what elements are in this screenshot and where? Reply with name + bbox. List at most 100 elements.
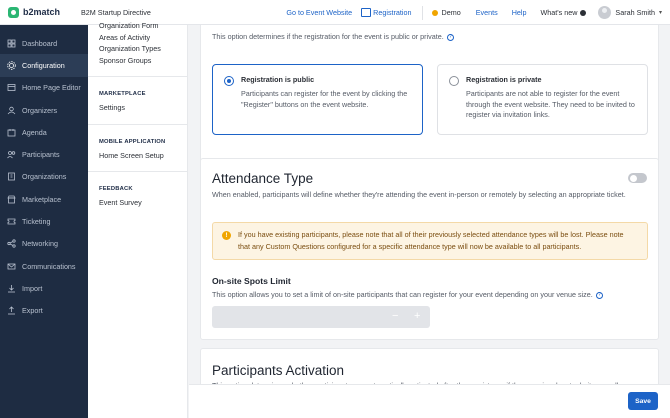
participants-activation-title: Participants Activation <box>212 363 345 378</box>
sidebar: Dashboard Configuration Home Page Editor Or… <box>0 25 88 418</box>
warning-icon: ! <box>222 231 231 240</box>
configuration-subnav: Organization Form Areas of Activity Orga… <box>88 21 188 418</box>
whats-new-button[interactable]: What's new <box>540 8 587 17</box>
attendance-type-card: Attendance Type When enabled, participan… <box>200 158 659 340</box>
gear-icon <box>7 61 16 70</box>
sidebar-item-label: Agenda <box>22 127 47 137</box>
dashboard-icon <box>7 39 16 48</box>
registration-private-desc: Participants are not able to register fo… <box>466 89 635 119</box>
subnav-divider <box>88 171 187 172</box>
subnav-sponsor-groups[interactable]: Sponsor Groups <box>99 55 187 67</box>
warning-text: If you have existing participants, pleas… <box>238 230 624 251</box>
subnav-home-screen-setup[interactable]: Home Screen Setup <box>99 150 187 162</box>
home-page-icon <box>7 83 16 92</box>
sidebar-item-organizations[interactable]: Organizations <box>0 166 88 188</box>
registration-private-title: Registration is private <box>466 75 542 84</box>
events-link[interactable]: Events <box>476 8 498 17</box>
go-to-event-website-link[interactable]: Go to Event Website <box>286 8 352 17</box>
sidebar-item-label: Configuration <box>22 60 65 70</box>
notification-dot-icon <box>580 9 587 16</box>
communications-icon <box>7 262 16 271</box>
onsite-spots-title: On-site Spots Limit <box>212 276 291 286</box>
save-button[interactable]: Save <box>628 392 658 410</box>
sidebar-item-label: Ticketing <box>22 217 51 227</box>
increment-button: + <box>414 310 421 322</box>
sidebar-item-label: Networking <box>22 239 58 249</box>
sidebar-item-networking[interactable]: Networking <box>0 233 88 255</box>
user-menu[interactable]: Sarah Smith ▾ <box>598 6 662 19</box>
demo-dot-icon <box>431 9 438 16</box>
avatar <box>598 6 612 19</box>
registration-public-option[interactable]: Registration is public Participants can … <box>212 64 423 135</box>
subnav-organization-form[interactable]: Organization Form <box>99 20 187 32</box>
sidebar-item-agenda[interactable]: Agenda <box>0 121 88 143</box>
logo-text: b2match <box>23 7 61 17</box>
organizers-icon <box>7 106 16 115</box>
sidebar-item-label: Marketplace <box>22 194 62 204</box>
registration-public-desc: Participants can register for the event … <box>241 89 408 109</box>
sidebar-item-label: Organizations <box>22 172 67 182</box>
sidebar-item-label: Home Page Editor <box>22 83 81 93</box>
radio-public[interactable] <box>224 76 234 86</box>
registration-label: Registration <box>373 8 412 17</box>
login-icon <box>361 8 372 17</box>
radio-private[interactable] <box>449 76 459 86</box>
participants-icon <box>7 150 16 159</box>
subnav-section-feedback: FEEDBACK <box>99 186 133 192</box>
onsite-spots-stepper: − + <box>212 306 430 328</box>
registration-link[interactable]: Registration <box>361 8 412 17</box>
divider <box>421 5 423 20</box>
ticket-icon <box>7 217 16 226</box>
save-bar: Save <box>189 384 670 418</box>
user-name: Sarah Smith <box>615 8 655 17</box>
export-icon <box>7 306 16 315</box>
attendance-warning: ! If you have existing participants, ple… <box>212 222 648 260</box>
sidebar-item-export[interactable]: Export <box>0 300 88 322</box>
attendance-type-toggle[interactable] <box>628 173 647 183</box>
organizations-icon <box>7 172 16 181</box>
sidebar-item-configuration[interactable]: Configuration <box>0 54 88 77</box>
onsite-spots-description: This option allows you to set a limit of… <box>212 290 603 299</box>
main-content: This option determines if the registrati… <box>189 25 670 418</box>
sidebar-item-label: Export <box>22 306 43 316</box>
sidebar-item-marketplace[interactable]: Marketplace <box>0 188 88 210</box>
event-name: B2M Startup Directive <box>81 7 151 17</box>
subnav-section-mobile-application: MOBILE APPLICATION <box>99 138 166 145</box>
subnav-section-marketplace: MARKETPLACE <box>99 91 146 97</box>
whats-new-label: What's new <box>540 8 578 17</box>
attendance-type-description: When enabled, participants will define w… <box>212 190 626 199</box>
decrement-button: − <box>392 310 399 322</box>
subnav-marketplace-settings[interactable]: Settings <box>99 102 187 114</box>
subnav-event-survey[interactable]: Event Survey <box>99 197 187 209</box>
agenda-icon <box>7 128 16 137</box>
sidebar-item-label: Import <box>22 283 43 293</box>
sidebar-item-import[interactable]: Import <box>0 277 88 299</box>
registration-public-title: Registration is public <box>241 75 315 84</box>
sidebar-item-dashboard[interactable]: Dashboard <box>0 32 88 54</box>
demo-indicator: Demo <box>431 8 461 17</box>
sidebar-item-ticketing[interactable]: Ticketing <box>0 210 88 232</box>
sidebar-item-home-page-editor[interactable]: Home Page Editor <box>0 77 88 99</box>
b2match-logo-icon <box>8 6 19 18</box>
help-link[interactable]: Help <box>512 8 527 17</box>
subnav-divider <box>88 76 187 77</box>
sidebar-item-organizers[interactable]: Organizers <box>0 99 88 121</box>
networking-icon <box>7 239 16 248</box>
chevron-down-icon: ▾ <box>658 10 662 16</box>
logo[interactable]: b2match <box>0 6 88 18</box>
sidebar-item-communications[interactable]: Communications <box>0 255 88 277</box>
subnav-organization-types[interactable]: Organization Types <box>99 43 187 55</box>
subnav-areas-of-activity[interactable]: Areas of Activity <box>99 32 187 44</box>
help-icon[interactable]: ? <box>446 33 454 41</box>
marketplace-icon <box>7 195 16 204</box>
sidebar-item-label: Dashboard <box>22 38 58 48</box>
sidebar-item-label: Organizers <box>22 105 58 115</box>
sidebar-item-label: Communications <box>22 261 76 271</box>
sidebar-item-label: Participants <box>22 150 60 160</box>
registration-type-card: This option determines if the registrati… <box>200 25 659 172</box>
sidebar-item-participants[interactable]: Participants <box>0 143 88 165</box>
help-icon[interactable]: ? <box>595 291 603 299</box>
attendance-type-title: Attendance Type <box>212 171 314 186</box>
registration-description: This option determines if the registrati… <box>212 32 454 41</box>
registration-private-option[interactable]: Registration is private Participants are… <box>437 64 648 135</box>
